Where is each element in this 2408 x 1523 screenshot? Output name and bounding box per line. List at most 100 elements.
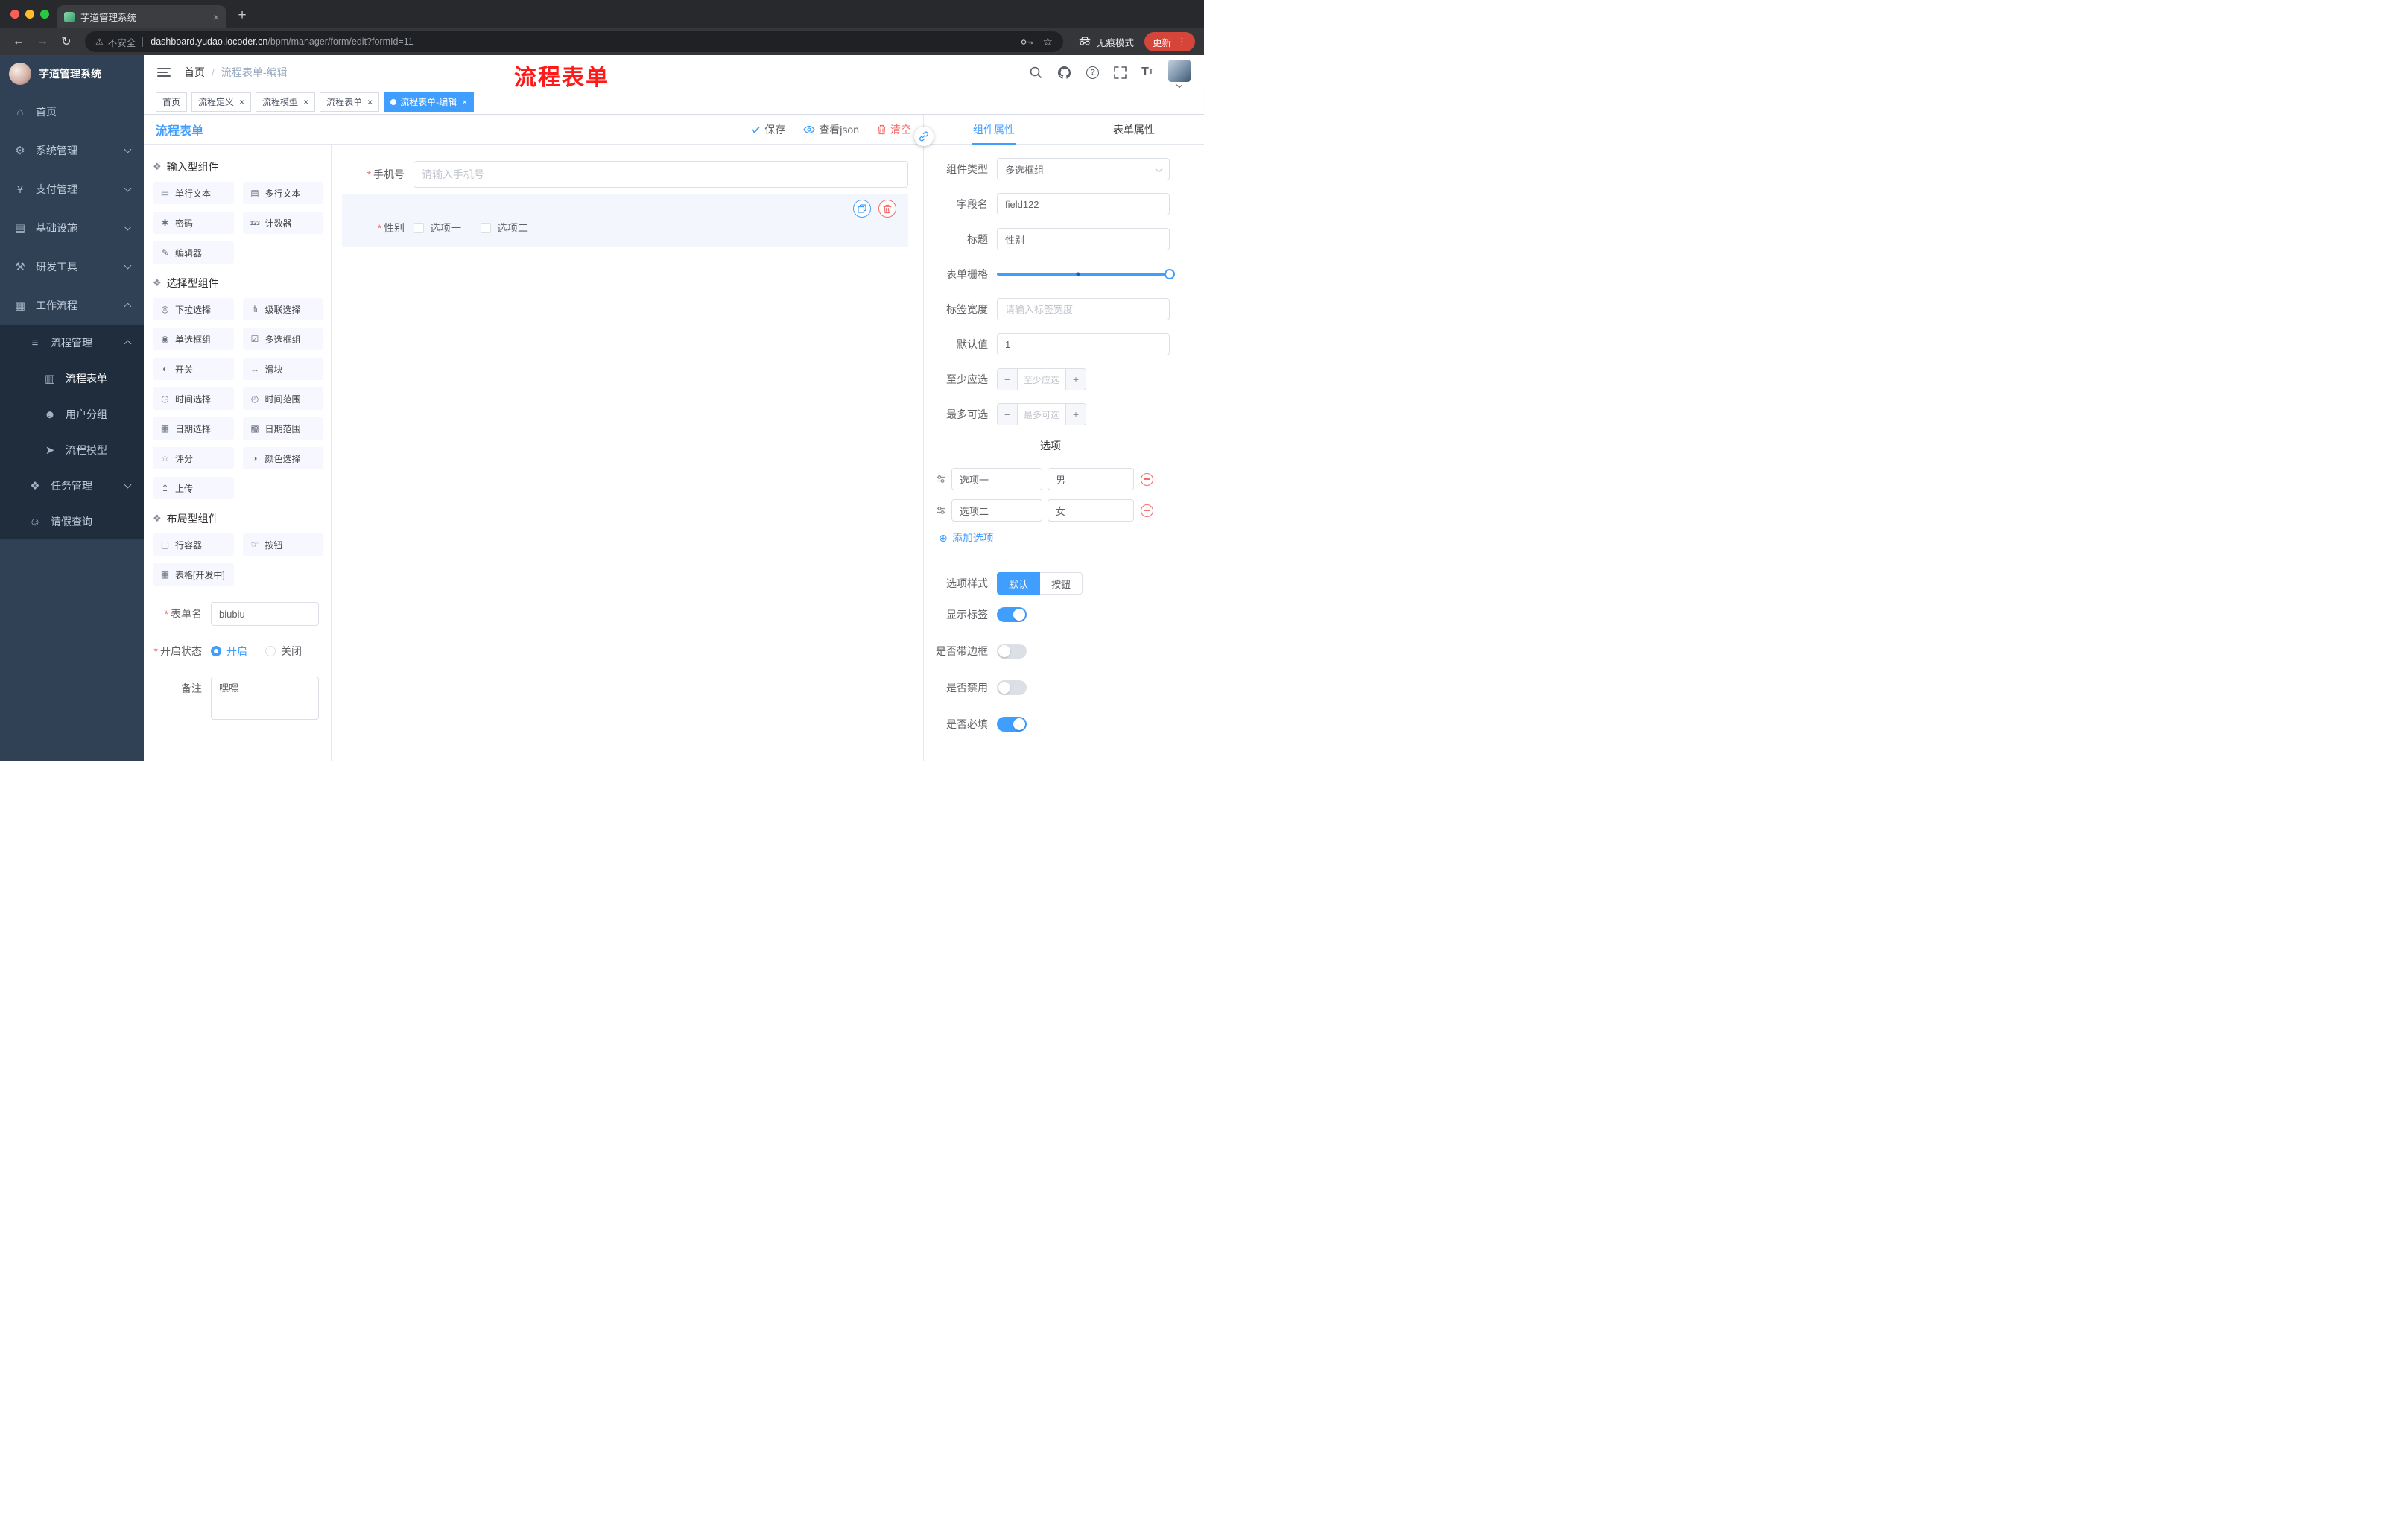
status-radio-off[interactable]: 关闭 xyxy=(265,644,302,659)
component-item-multi-text[interactable]: ▤ 多行文本 xyxy=(242,182,323,204)
sidebar-item-workflow[interactable]: ▦ 工作流程 xyxy=(0,286,144,325)
sidebar-item-leave-query[interactable]: ☺ 请假查询 xyxy=(0,504,144,539)
window-close-button[interactable] xyxy=(10,10,19,19)
form-field-phone[interactable]: * 手机号 xyxy=(342,161,908,188)
decrease-button[interactable]: − xyxy=(998,369,1017,390)
remove-option-icon[interactable] xyxy=(1141,472,1153,486)
increase-button[interactable]: + xyxy=(1066,404,1086,425)
font-size-icon[interactable]: TT xyxy=(1141,66,1153,78)
disabled-toggle[interactable] xyxy=(997,680,1027,695)
component-item-select[interactable]: ◎ 下拉选择 xyxy=(153,298,234,320)
slider-handle[interactable] xyxy=(1165,269,1175,279)
field-name-input[interactable] xyxy=(997,193,1170,215)
tag-close-icon[interactable]: × xyxy=(367,97,373,107)
menu-collapse-icon[interactable] xyxy=(157,68,171,77)
security-warning-icon[interactable]: ⚠ xyxy=(95,37,104,47)
tab-component-props[interactable]: 组件属性 xyxy=(924,115,1064,144)
sidebar-item-process-model[interactable]: ➤ 流程模型 xyxy=(0,432,144,468)
browser-menu-icon[interactable]: ⋮ xyxy=(1177,36,1187,48)
browser-tab[interactable]: 芋道管理系统 × xyxy=(57,5,226,28)
tag-close-icon[interactable]: × xyxy=(303,97,308,107)
forward-button[interactable]: → xyxy=(33,32,52,51)
browser-update-button[interactable]: 更新 ⋮ xyxy=(1144,32,1195,51)
show-label-toggle[interactable] xyxy=(997,607,1027,622)
sidebar-item-home[interactable]: ⌂ 首页 xyxy=(0,92,144,131)
form-name-input[interactable] xyxy=(211,602,319,626)
component-item-table[interactable]: ▦ 表格[开发中] xyxy=(153,563,234,586)
option-value-input[interactable] xyxy=(1048,499,1134,522)
tag-close-icon[interactable]: × xyxy=(462,97,467,107)
border-toggle[interactable] xyxy=(997,644,1027,659)
github-icon[interactable] xyxy=(1057,66,1071,80)
window-minimize-button[interactable] xyxy=(25,10,34,19)
sidebar-item-process-management[interactable]: ≡ 流程管理 xyxy=(0,325,144,361)
sidebar-item-devtools[interactable]: ⚒ 研发工具 xyxy=(0,247,144,286)
sidebar-item-payment[interactable]: ¥ 支付管理 xyxy=(0,170,144,209)
view-tag-process-form-edit[interactable]: 流程表单-编辑 × xyxy=(384,92,475,112)
tag-close-icon[interactable]: × xyxy=(239,97,244,107)
remove-option-icon[interactable] xyxy=(1141,504,1153,517)
default-value-input[interactable] xyxy=(997,333,1170,355)
title-input[interactable] xyxy=(997,228,1170,250)
security-label[interactable]: 不安全 xyxy=(108,35,136,49)
user-menu[interactable] xyxy=(1168,59,1191,88)
option-value-input[interactable] xyxy=(1048,468,1134,490)
address-bar[interactable]: ⚠ 不安全 dashboard.yudao.iocoder.cn /bpm/ma… xyxy=(85,31,1063,52)
delete-field-button[interactable] xyxy=(878,200,896,218)
window-zoom-button[interactable] xyxy=(40,10,49,19)
component-item-rate[interactable]: ☆ 评分 xyxy=(153,447,234,469)
drag-handle-icon[interactable] xyxy=(936,475,946,484)
style-default-button[interactable]: 默认 xyxy=(997,572,1041,595)
new-tab-button[interactable]: + xyxy=(231,4,253,27)
tab-form-props[interactable]: 表单属性 xyxy=(1064,115,1204,144)
copy-field-button[interactable] xyxy=(853,200,871,218)
component-item-color-picker[interactable]: ◑ 颜色选择 xyxy=(242,447,323,469)
breadcrumb-home[interactable]: 首页 xyxy=(184,65,205,80)
view-tag-home[interactable]: 首页 xyxy=(156,92,188,112)
component-item-password[interactable]: ✱ 密码 xyxy=(153,212,234,234)
component-item-radio-group[interactable]: ◉ 单选框组 xyxy=(153,328,234,350)
form-field-gender-selected[interactable]: * 性别 选项一 选项二 xyxy=(342,194,908,247)
component-item-date-range[interactable]: ▩ 日期范围 xyxy=(242,417,323,440)
sidebar-item-task-management[interactable]: ❖ 任务管理 xyxy=(0,468,144,504)
label-width-input[interactable] xyxy=(997,298,1170,320)
option-name-input[interactable] xyxy=(951,468,1042,490)
sidebar-item-user-group[interactable]: ☻ 用户分组 xyxy=(0,396,144,432)
search-icon[interactable] xyxy=(1029,66,1042,79)
avatar[interactable] xyxy=(1168,59,1191,82)
style-button-button[interactable]: 按钮 xyxy=(1040,572,1083,595)
required-toggle[interactable] xyxy=(997,717,1027,732)
component-item-counter[interactable]: 123 计数器 xyxy=(242,212,323,234)
component-item-upload[interactable]: ↥ 上传 xyxy=(153,477,234,499)
component-type-value[interactable] xyxy=(997,158,1170,180)
add-option-button[interactable]: ⊕ 添加选项 xyxy=(939,531,1170,545)
view-tag-process-model[interactable]: 流程模型 × xyxy=(256,92,316,112)
back-button[interactable]: ← xyxy=(9,32,28,51)
gender-checkbox-option-1[interactable]: 选项一 xyxy=(414,221,461,235)
component-item-checkbox-group[interactable]: ☑ 多选框组 xyxy=(242,328,323,350)
checkbox-box[interactable] xyxy=(481,223,491,233)
bookmark-star-icon[interactable]: ☆ xyxy=(1043,35,1053,48)
component-item-button[interactable]: ☞ 按钮 xyxy=(242,533,323,556)
password-key-icon[interactable] xyxy=(1021,39,1033,45)
component-type-select[interactable] xyxy=(997,158,1170,180)
save-button[interactable]: 保存 xyxy=(750,122,785,137)
grid-slider[interactable] xyxy=(997,263,1175,285)
link-icon[interactable] xyxy=(914,127,934,146)
component-item-editor[interactable]: ✎ 编辑器 xyxy=(153,241,234,264)
max-select-input[interactable]: 最多可选 xyxy=(1017,404,1066,425)
component-item-slider[interactable]: ↔ 滑块 xyxy=(242,358,323,380)
component-item-date-picker[interactable]: ▦ 日期选择 xyxy=(153,417,234,440)
clear-button[interactable]: 清空 xyxy=(877,122,911,137)
component-item-time-range[interactable]: ◴ 时间范围 xyxy=(242,387,323,410)
phone-input[interactable] xyxy=(414,161,908,188)
component-item-switch[interactable]: ◐ 开关 xyxy=(153,358,234,380)
form-remark-textarea[interactable]: 嘿嘿 xyxy=(211,677,319,720)
status-radio-on[interactable]: 开启 xyxy=(211,644,247,659)
gender-checkbox-option-2[interactable]: 选项二 xyxy=(481,221,528,235)
view-tag-process-definition[interactable]: 流程定义 × xyxy=(191,92,252,112)
fullscreen-icon[interactable] xyxy=(1114,66,1127,79)
component-item-single-text[interactable]: ▭ 单行文本 xyxy=(153,182,234,204)
form-canvas[interactable]: * 手机号 请输入手机号 * 性别 选项一 选项二 xyxy=(332,145,923,762)
drag-handle-icon[interactable] xyxy=(936,506,946,515)
